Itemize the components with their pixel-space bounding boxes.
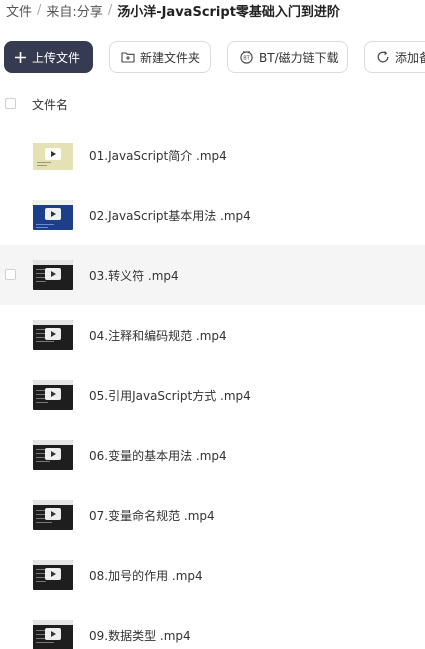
breadcrumb-separator: / bbox=[107, 2, 113, 18]
file-list-header: 文件名 bbox=[0, 91, 425, 117]
file-row[interactable]: 01.JavaScript简介 .mp4 bbox=[0, 125, 425, 185]
new-folder-button[interactable]: 新建文件夹 bbox=[109, 41, 211, 73]
column-header-filename[interactable]: 文件名 bbox=[32, 96, 68, 113]
new-folder-label: 新建文件夹 bbox=[140, 50, 201, 65]
file-name[interactable]: 07.变量命名规范 .mp4 bbox=[89, 507, 215, 524]
upload-file-button[interactable]: 上传文件 bbox=[4, 41, 93, 73]
select-all-checkbox[interactable] bbox=[5, 98, 16, 109]
file-row[interactable]: 07.变量命名规范 .mp4 bbox=[0, 485, 425, 545]
upload-file-label: 上传文件 bbox=[32, 50, 81, 65]
video-thumbnail-icon[interactable] bbox=[33, 380, 73, 410]
file-manager-page: 文件 / 来自: 分享 / 汤小洋-JavaScript零基础入门到进阶 上传文… bbox=[0, 0, 425, 649]
file-row[interactable]: 04.注释和编码规范 .mp4 bbox=[0, 305, 425, 365]
file-name[interactable]: 08.加号的作用 .mp4 bbox=[89, 567, 203, 584]
bt-magnet-download-button[interactable]: BT BT/磁力链下载 bbox=[227, 41, 348, 73]
file-row[interactable]: 06.变量的基本用法 .mp4 bbox=[0, 425, 425, 485]
file-name[interactable]: 09.数据类型 .mp4 bbox=[89, 627, 191, 644]
file-row[interactable]: 03.转义符 .mp4 bbox=[0, 245, 425, 305]
toolbar: 上传文件 新建文件夹 BT BT/磁力链下载 添加备 bbox=[4, 41, 425, 73]
file-name[interactable]: 03.转义符 .mp4 bbox=[89, 267, 179, 284]
folder-plus-icon bbox=[121, 51, 135, 63]
add-offline-download-label: 添加备 bbox=[395, 50, 425, 65]
file-list: 01.JavaScript简介 .mp4 02.JavaScript基本用法 .m… bbox=[0, 125, 425, 649]
play-icon bbox=[45, 508, 61, 520]
add-offline-download-button[interactable]: 添加备 bbox=[364, 41, 425, 73]
file-row[interactable]: 09.数据类型 .mp4 bbox=[0, 605, 425, 649]
breadcrumb-root[interactable]: 文件 bbox=[6, 1, 32, 20]
refresh-icon bbox=[376, 50, 390, 64]
video-thumbnail-icon[interactable] bbox=[33, 140, 73, 170]
file-row-checkbox[interactable] bbox=[5, 269, 16, 280]
file-row[interactable]: 02.JavaScript基本用法 .mp4 bbox=[0, 185, 425, 245]
breadcrumb: 文件 / 来自: 分享 / 汤小洋-JavaScript零基础入门到进阶 bbox=[6, 0, 340, 20]
video-thumbnail-icon[interactable] bbox=[33, 620, 73, 649]
file-name[interactable]: 06.变量的基本用法 .mp4 bbox=[89, 447, 227, 464]
breadcrumb-current-folder: 汤小洋-JavaScript零基础入门到进阶 bbox=[117, 4, 340, 20]
file-name[interactable]: 04.注释和编码规范 .mp4 bbox=[89, 327, 227, 344]
file-name[interactable]: 05.引用JavaScript方式 .mp4 bbox=[89, 387, 251, 404]
video-thumbnail-icon[interactable] bbox=[33, 500, 73, 530]
video-thumbnail-icon[interactable] bbox=[33, 320, 73, 350]
file-row[interactable]: 05.引用JavaScript方式 .mp4 bbox=[0, 365, 425, 425]
breadcrumb-separator: / bbox=[37, 2, 42, 18]
breadcrumb-from-label: 来自: bbox=[46, 4, 77, 20]
video-thumbnail-icon[interactable] bbox=[33, 440, 73, 470]
video-thumbnail-icon[interactable] bbox=[33, 200, 73, 230]
bt-magnet-download-label: BT/磁力链下载 bbox=[259, 50, 339, 65]
file-row[interactable]: 08.加号的作用 .mp4 bbox=[0, 545, 425, 605]
file-name[interactable]: 01.JavaScript简介 .mp4 bbox=[89, 147, 227, 164]
video-thumbnail-icon[interactable] bbox=[33, 560, 73, 590]
plus-icon bbox=[14, 51, 27, 64]
bt-icon: BT bbox=[239, 50, 254, 64]
play-icon bbox=[45, 148, 61, 160]
play-icon bbox=[45, 268, 61, 280]
play-icon bbox=[45, 328, 61, 340]
play-icon bbox=[45, 628, 61, 640]
video-thumbnail-icon[interactable] bbox=[33, 260, 73, 290]
file-name[interactable]: 02.JavaScript基本用法 .mp4 bbox=[89, 207, 251, 224]
play-icon bbox=[45, 448, 61, 460]
breadcrumb-share[interactable]: 分享 bbox=[77, 1, 103, 20]
svg-text:BT: BT bbox=[243, 56, 250, 62]
play-icon bbox=[45, 388, 61, 400]
play-icon bbox=[45, 208, 61, 220]
play-icon bbox=[45, 568, 61, 580]
